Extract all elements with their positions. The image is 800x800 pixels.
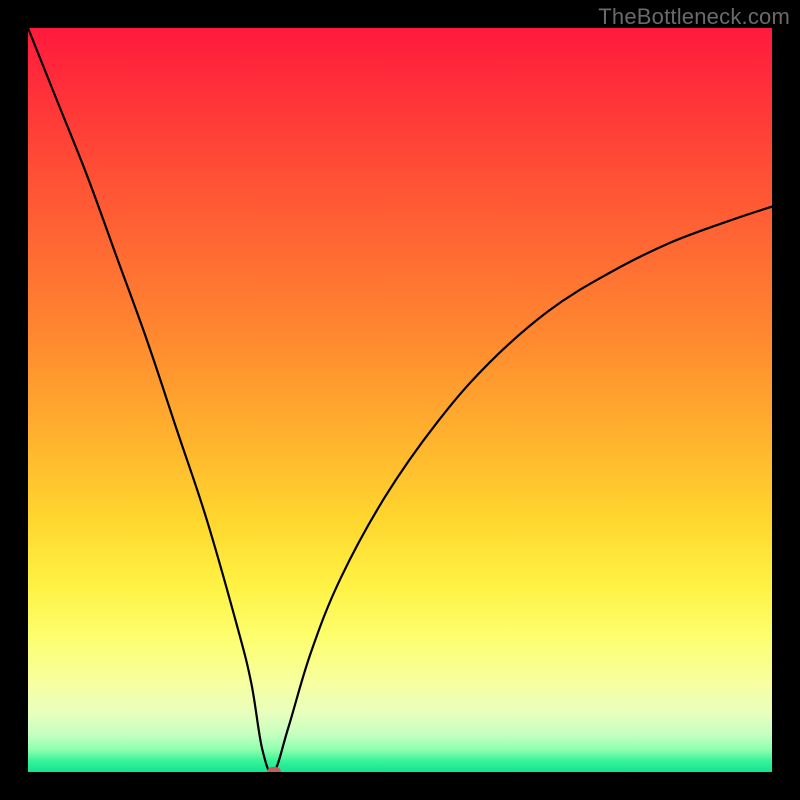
watermark-text: TheBottleneck.com xyxy=(598,4,790,30)
chart-frame: TheBottleneck.com xyxy=(0,0,800,800)
plot-area xyxy=(28,28,772,772)
optimal-point-marker xyxy=(267,767,281,772)
bottleneck-curve xyxy=(28,28,772,772)
